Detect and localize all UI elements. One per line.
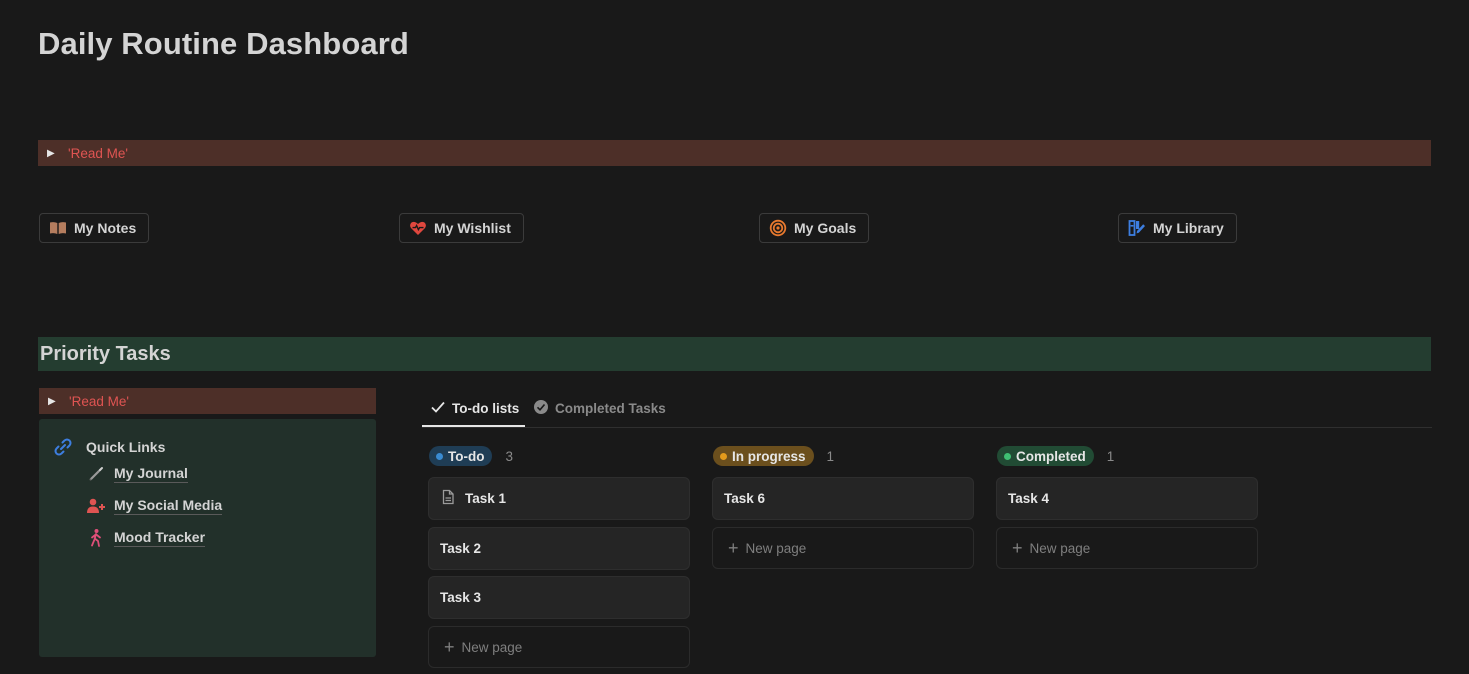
triangle-right-icon[interactable]: ▶	[48, 396, 58, 407]
book-icon	[49, 219, 67, 237]
my-wishlist-label: My Wishlist	[434, 220, 511, 236]
my-social-media-label: My Social Media	[114, 497, 223, 515]
status-badge[interactable]: In progress	[713, 446, 814, 466]
tab-divider	[422, 427, 1432, 428]
dot-icon	[720, 452, 727, 460]
triangle-right-icon[interactable]: ▶	[47, 148, 57, 159]
task-card[interactable]: Task 6	[712, 477, 974, 520]
my-wishlist-link[interactable]: My Wishlist	[399, 213, 524, 243]
task-card[interactable]: Task 2	[428, 527, 690, 570]
dot-icon	[1004, 452, 1011, 460]
task-card[interactable]: Task 4	[996, 477, 1258, 520]
my-notes-label: My Notes	[74, 220, 137, 236]
column-header-todo: To-do 3	[429, 446, 513, 466]
task-card-title: Task 1	[465, 491, 507, 506]
tab-todo-lists-label: To-do lists	[452, 401, 520, 416]
add-user-icon	[86, 496, 106, 516]
task-card[interactable]: Task 1	[428, 477, 690, 520]
status-badge-label: To-do	[448, 448, 485, 464]
mood-tracker-link[interactable]: Mood Tracker	[86, 528, 206, 548]
my-journal-label: My Journal	[114, 465, 188, 483]
priority-readme-label: 'Read Me'	[69, 393, 129, 409]
column-header-completed: Completed 1	[997, 446, 1114, 466]
column-count: 1	[1106, 448, 1115, 464]
readme-toggle-label: 'Read Me'	[68, 145, 128, 161]
heart-icon	[409, 219, 427, 237]
document-icon	[440, 489, 456, 508]
library-icon	[1128, 219, 1146, 237]
dot-icon	[436, 452, 443, 460]
column-header-in-progress: In progress 1	[713, 446, 834, 466]
plus-icon: +	[444, 637, 455, 657]
new-page-button[interactable]: + New page	[996, 527, 1258, 569]
column-count: 1	[826, 448, 835, 464]
my-library-label: My Library	[1153, 220, 1224, 236]
tab-completed-tasks-label: Completed Tasks	[555, 401, 666, 416]
task-card-title: Task 3	[440, 590, 482, 605]
walking-person-icon	[86, 528, 106, 548]
readme-toggle[interactable]: ▶ 'Read Me'	[38, 140, 1431, 166]
new-page-label: New page	[745, 540, 807, 556]
task-card-title: Task 2	[440, 541, 482, 556]
tab-completed-tasks[interactable]: Completed Tasks	[533, 399, 666, 418]
my-journal-link[interactable]: My Journal	[86, 464, 188, 484]
task-card[interactable]: Task 3	[428, 576, 690, 619]
my-library-link[interactable]: My Library	[1118, 213, 1237, 243]
my-social-media-link[interactable]: My Social Media	[86, 496, 223, 516]
plus-icon: +	[728, 538, 739, 558]
my-goals-link[interactable]: My Goals	[759, 213, 870, 243]
plus-icon: +	[1012, 538, 1023, 558]
my-goals-label: My Goals	[794, 220, 857, 236]
quick-links-title: Quick Links	[86, 439, 166, 455]
status-badge-label: In progress	[732, 448, 806, 464]
status-badge-label: Completed	[1016, 448, 1086, 464]
priority-readme-toggle[interactable]: ▶ 'Read Me'	[39, 388, 376, 414]
target-icon	[769, 219, 787, 237]
status-badge[interactable]: Completed	[997, 446, 1094, 466]
checkmark-icon	[430, 399, 446, 418]
check-circle-icon	[533, 399, 549, 418]
mood-tracker-label: Mood Tracker	[114, 529, 206, 547]
new-page-label: New page	[461, 639, 523, 655]
column-count: 3	[505, 448, 513, 464]
task-card-title: Task 4	[1008, 491, 1050, 506]
tab-todo-lists[interactable]: To-do lists	[430, 399, 519, 418]
my-notes-link[interactable]: My Notes	[39, 213, 150, 243]
link-icon	[52, 436, 74, 463]
priority-tasks-heading: Priority Tasks	[38, 337, 1431, 371]
page-title: Daily Routine Dashboard	[38, 26, 409, 61]
new-page-button[interactable]: + New page	[712, 527, 974, 569]
new-page-button[interactable]: + New page	[428, 626, 690, 668]
pen-icon	[86, 464, 106, 484]
status-badge[interactable]: To-do	[429, 446, 493, 466]
new-page-label: New page	[1029, 540, 1091, 556]
task-card-title: Task 6	[724, 491, 766, 506]
